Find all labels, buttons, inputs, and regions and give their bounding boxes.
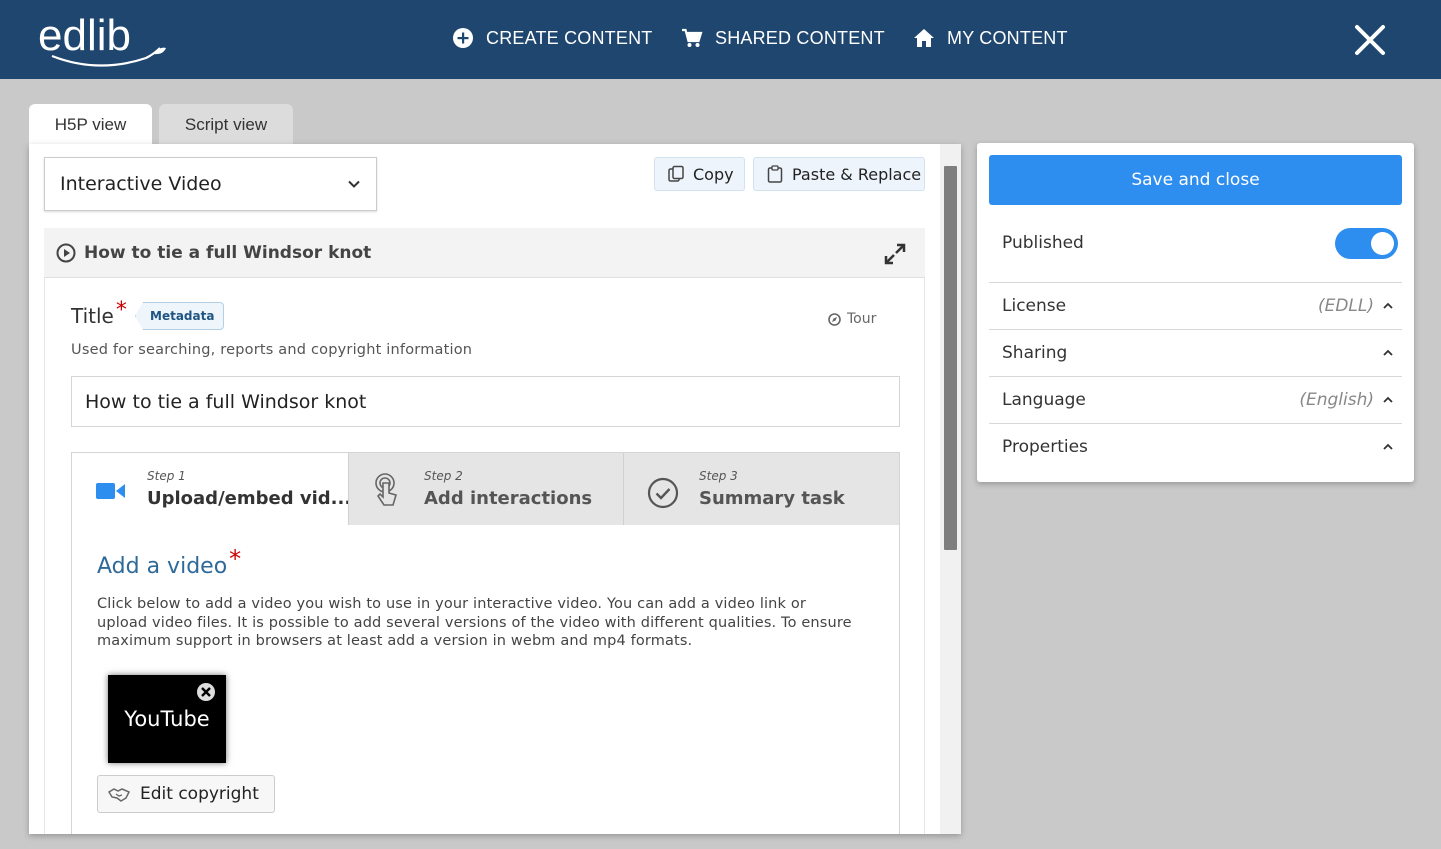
content-section-header[interactable]: How to tie a full Windsor knot [44, 228, 925, 278]
accordion-properties[interactable]: Properties [989, 423, 1402, 470]
copy-button[interactable]: Copy [654, 157, 745, 191]
nav-my-label: MY CONTENT [947, 27, 1068, 48]
tab-h5p-view[interactable]: H5P view [29, 104, 152, 146]
video-thumbnail[interactable]: YouTube [108, 675, 226, 763]
nav-create-label: CREATE CONTENT [486, 27, 653, 48]
step-add-interactions[interactable]: Step 2 Add interactions [348, 453, 623, 525]
accordion-value: (EDLL) [1317, 296, 1374, 316]
step-number: Step 2 [424, 469, 463, 483]
content-type-value: Interactive Video [60, 173, 222, 195]
plus-circle-icon [453, 28, 473, 48]
metadata-label: Metadata [150, 309, 215, 323]
form-area: Title* Metadata Tour Used for searching,… [44, 278, 925, 834]
add-video-heading: Add a video* [97, 545, 242, 579]
accordion-label: Sharing [1002, 343, 1068, 363]
tap-hand-icon [375, 473, 397, 506]
nav-my-content[interactable]: MY CONTENT [913, 27, 1068, 49]
add-video-description: Click below to add a video you wish to u… [97, 596, 852, 649]
expand-icon[interactable] [883, 242, 907, 266]
save-and-close-button[interactable]: Save and close [989, 155, 1402, 205]
chevron-up-icon [1383, 302, 1393, 309]
chevron-down-icon [348, 180, 360, 188]
copy-icon [668, 165, 684, 182]
step-summary-task[interactable]: Step 3 Summary task [623, 453, 899, 525]
title-input[interactable]: How to tie a full Windsor knot [71, 376, 900, 427]
tab-script-label: Script view [184, 115, 268, 134]
edlib-logo[interactable]: edlib [38, 12, 168, 70]
editor-panel: Interactive Video Copy Paste & Replace H… [29, 144, 961, 834]
paste-replace-button[interactable]: Paste & Replace [753, 157, 925, 191]
accordion-value: (English) [1299, 390, 1374, 410]
content-type-select[interactable]: Interactive Video [44, 157, 377, 211]
title-input-value: How to tie a full Windsor knot [85, 390, 367, 413]
chevron-up-icon [1383, 349, 1393, 356]
accordion-sharing[interactable]: Sharing [989, 329, 1402, 376]
title-description: Used for searching, reports and copyrigh… [71, 342, 473, 358]
compass-icon [828, 312, 841, 326]
tab-h5p-label: H5P view [54, 115, 127, 134]
step-number: Step 3 [699, 469, 738, 483]
clipboard-icon [767, 165, 783, 183]
top-bar: edlib CREATE CONTENT SHARED CONTENT MY C… [0, 0, 1441, 79]
step-number: Step 1 [147, 469, 186, 483]
chevron-up-icon [1383, 396, 1393, 403]
tour-button[interactable]: Tour [828, 311, 876, 327]
scrollbar-thumb[interactable] [944, 166, 957, 550]
video-camera-icon [96, 483, 125, 499]
side-panel: Save and close Published License (EDLL) … [977, 143, 1414, 482]
home-icon [914, 29, 934, 47]
paste-label: Paste & Replace [792, 164, 922, 184]
chevron-up-icon [1383, 443, 1393, 450]
accordion-label: Properties [1002, 437, 1088, 457]
nav-shared-content[interactable]: SHARED CONTENT [681, 27, 885, 49]
metadata-button[interactable]: Metadata [135, 302, 225, 330]
edit-copyright-label: Edit copyright [140, 784, 259, 804]
cart-icon [682, 28, 703, 47]
required-marker: * [229, 545, 242, 573]
published-label: Published [1002, 233, 1084, 253]
required-marker: * [115, 298, 127, 323]
published-toggle[interactable] [1335, 228, 1398, 259]
play-circle-icon [56, 243, 76, 262]
edit-copyright-button[interactable]: Edit copyright [97, 775, 275, 813]
tour-label: Tour [847, 311, 877, 327]
step-name: Upload/embed vid... [147, 488, 352, 509]
steps-container: Step 1 Upload/embed vid... Step 2 Add in… [71, 452, 900, 834]
copy-label: Copy [693, 164, 734, 184]
tab-script-view[interactable]: Script view [159, 104, 293, 146]
accordion-language[interactable]: Language (English) [989, 376, 1402, 423]
check-circle-icon [647, 477, 679, 509]
accordion-label: Language [1002, 390, 1086, 410]
remove-video-icon[interactable] [196, 682, 216, 702]
close-icon[interactable] [1352, 22, 1388, 58]
handshake-icon [108, 788, 130, 802]
accordion-label: License [1002, 296, 1067, 316]
svg-text:edlib: edlib [38, 12, 131, 60]
title-field-label: Title* [71, 298, 127, 328]
save-label: Save and close [1131, 170, 1260, 190]
accordion-license[interactable]: License (EDLL) [989, 282, 1402, 329]
section-title: How to tie a full Windsor knot [84, 242, 372, 263]
step-name: Summary task [699, 488, 845, 509]
nav-create-content[interactable]: CREATE CONTENT [452, 27, 652, 49]
step-name: Add interactions [424, 488, 593, 509]
video-thumb-label: YouTube [124, 707, 210, 731]
step-upload-embed[interactable]: Step 1 Upload/embed vid... [72, 453, 352, 525]
nav-shared-label: SHARED CONTENT [715, 27, 885, 48]
toggle-knob [1371, 232, 1394, 255]
